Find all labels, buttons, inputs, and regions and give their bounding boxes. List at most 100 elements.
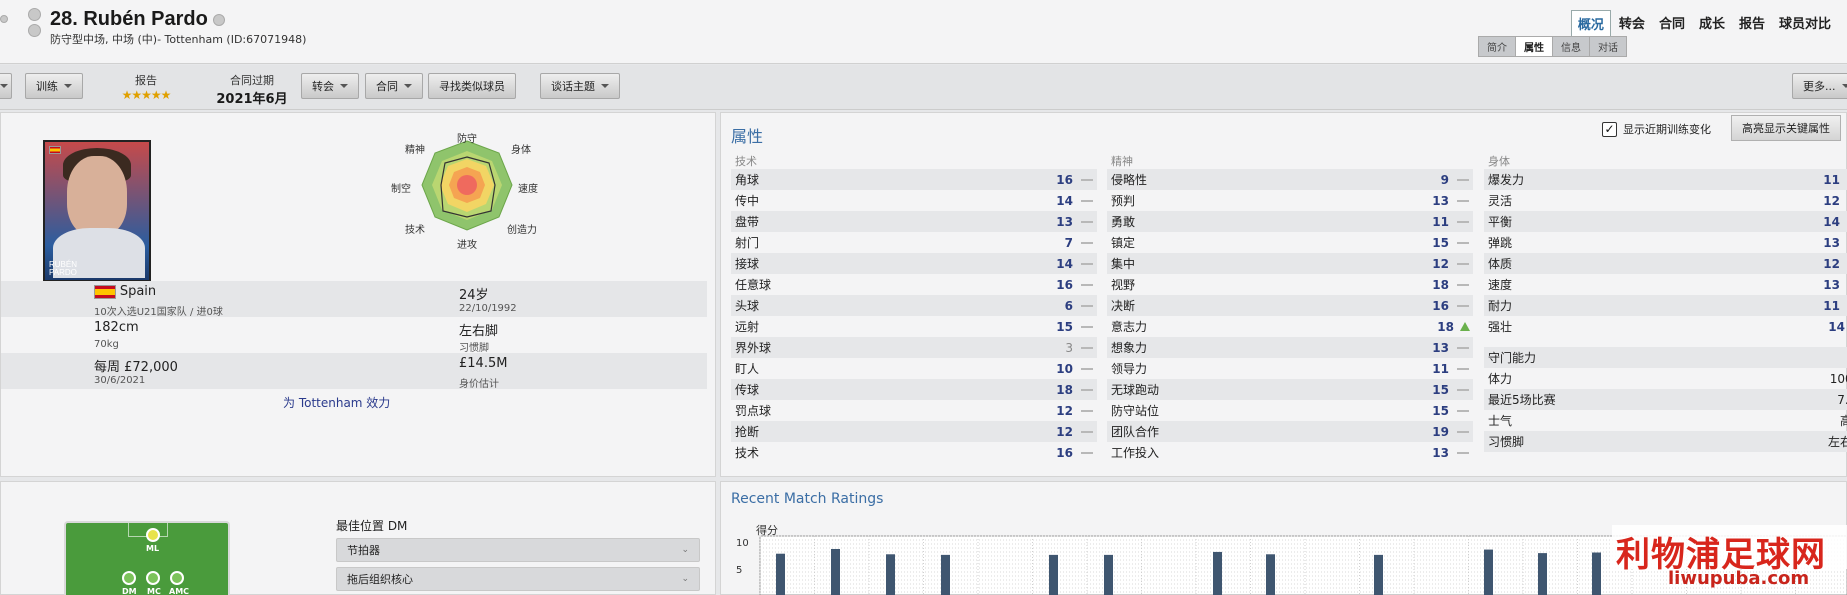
technical-attr-row[interactable]: 射门 7 — [731, 232, 1097, 253]
technical-attr-row[interactable]: 抢断 12 — [731, 421, 1097, 442]
rating-bar[interactable] — [1592, 552, 1601, 595]
technical-attr-row[interactable]: 罚点球 12 — [731, 400, 1097, 421]
discuss-button[interactable]: 谈话主题 — [540, 73, 620, 99]
physical-attr-row[interactable]: 平衡 14 — [1484, 211, 1847, 232]
physical-attr-row[interactable]: 灵活 12 — [1484, 190, 1847, 211]
plays-for-link[interactable]: 为 Tottenham 效力 — [283, 394, 390, 411]
mental-attr-row[interactable]: 勇敢 11 — [1107, 211, 1473, 232]
technical-attr-row[interactable]: 远射 15 — [731, 316, 1097, 337]
attr-value: 14 — [1828, 319, 1845, 334]
report-label: 报告 — [135, 74, 157, 87]
extra-attr-row[interactable]: 习惯脚 左右脚 — [1484, 431, 1847, 452]
rating-bar[interactable] — [1484, 549, 1493, 595]
sub-navigation: 简介 属性 信息 对话 — [1478, 36, 1627, 57]
mental-attr-row[interactable]: 镇定 15 — [1107, 232, 1473, 253]
top-navigation: 概况 转会 合同 成长 报告 球员对比 — [1570, 10, 1837, 37]
extra-attr-row[interactable]: 士气 高昂 — [1484, 410, 1847, 431]
partial-dropdown-button[interactable] — [0, 73, 12, 99]
technical-attr-row[interactable]: 盯人 10 — [731, 358, 1097, 379]
rating-bar[interactable] — [1266, 554, 1275, 595]
contract-button[interactable]: 合同 — [365, 73, 423, 99]
rating-bar[interactable] — [1049, 554, 1058, 595]
mental-attr-row[interactable]: 预判 13 — [1107, 190, 1473, 211]
show-training-toggle[interactable]: ✓ 显示近期训练变化 — [1602, 121, 1711, 137]
tab-transfer[interactable]: 转会 — [1613, 10, 1651, 37]
extra-attr-row[interactable]: 最近5场比赛 7.24 — [1484, 389, 1847, 410]
mental-attr-row[interactable]: 领导力 11 — [1107, 358, 1473, 379]
next-player-icon[interactable] — [28, 24, 41, 37]
mental-attr-row[interactable]: 无球跑动 15 — [1107, 379, 1473, 400]
rating-bar[interactable] — [886, 554, 895, 595]
technical-attr-row[interactable]: 接球 14 — [731, 253, 1097, 274]
tab-reports[interactable]: 报告 — [1733, 10, 1771, 37]
role-select-regista[interactable]: 节拍器 ⌄ — [336, 538, 700, 562]
mental-attr-row[interactable]: 集中 12 — [1107, 253, 1473, 274]
physical-attr-row[interactable]: 强壮 14 — [1484, 316, 1847, 337]
rating-bar[interactable] — [941, 554, 950, 595]
tab-comparison[interactable]: 球员对比 — [1773, 10, 1837, 37]
radar-label-aerial: 制空 — [391, 182, 411, 195]
highlight-key-attributes-button[interactable]: 高亮显示关键属性 — [1731, 115, 1841, 141]
market-value: £14.5M — [459, 356, 508, 371]
physical-attr-row[interactable]: 速度 13 — [1484, 274, 1847, 295]
attr-name: 耐力 — [1488, 299, 1513, 313]
subtab-attributes[interactable]: 属性 — [1516, 37, 1553, 56]
transfer-button[interactable]: 转会 — [301, 73, 359, 99]
extra-attr-row[interactable]: 体力 100% — [1484, 368, 1847, 389]
menu-dot-icon[interactable] — [0, 15, 8, 23]
tab-development[interactable]: 成长 — [1693, 10, 1731, 37]
trend-flat-icon — [1081, 178, 1093, 181]
prev-player-icon[interactable] — [28, 8, 41, 21]
attr-value: 18 — [1432, 277, 1449, 292]
attr-value: 12 — [1823, 193, 1840, 208]
mental-attr-row[interactable]: 想象力 13 — [1107, 337, 1473, 358]
attr-value: 100% — [1829, 371, 1847, 386]
find-similar-button[interactable]: 寻找类似球员 — [428, 73, 516, 99]
physical-attr-row[interactable]: 爆发力 11 — [1484, 169, 1847, 190]
mental-attr-row[interactable]: 防守站位 15 — [1107, 400, 1473, 421]
rating-bar[interactable] — [831, 548, 840, 595]
technical-attr-row[interactable]: 头球 6 — [731, 295, 1097, 316]
technical-attr-row[interactable]: 角球 16 — [731, 169, 1097, 190]
rating-bar[interactable] — [1374, 554, 1383, 595]
physical-attr-row[interactable]: 耐力 11 — [1484, 295, 1847, 316]
technical-attr-row[interactable]: 传球 18 — [731, 379, 1097, 400]
contract-expiry-value: 2021年6月 — [216, 92, 288, 107]
training-button[interactable]: 训练 — [25, 73, 83, 99]
mental-attr-row[interactable]: 视野 18 — [1107, 274, 1473, 295]
extra-attr-row[interactable]: 守门能力 3 — [1484, 347, 1847, 368]
technical-attr-row[interactable]: 任意球 16 — [731, 274, 1097, 295]
tab-contract[interactable]: 合同 — [1653, 10, 1691, 37]
mental-attr-row[interactable]: 团队合作 19 — [1107, 421, 1473, 442]
attr-value: 13 — [1432, 340, 1449, 355]
checkmark-icon[interactable]: ✓ — [1602, 121, 1617, 137]
technical-attr-row[interactable]: 传中 14 — [731, 190, 1097, 211]
more-button[interactable]: 更多... — [1792, 73, 1847, 99]
mental-attr-row[interactable]: 侵略性 9 — [1107, 169, 1473, 190]
attr-value: 12 — [1056, 424, 1073, 439]
role-select-deep-playmaker[interactable]: 拖后组织核心 ⌄ — [336, 567, 700, 591]
subtab-info[interactable]: 信息 — [1553, 37, 1590, 56]
mental-attr-row[interactable]: 决断 16 — [1107, 295, 1473, 316]
report-widget[interactable]: 报告 ★★★★★ — [108, 72, 184, 102]
technical-attr-row[interactable]: 盘带 13 — [731, 211, 1097, 232]
subtab-profile[interactable]: 简介 — [1479, 37, 1516, 56]
rating-bar[interactable] — [776, 553, 785, 595]
mental-attr-row[interactable]: 工作投入 13 — [1107, 442, 1473, 463]
trend-flat-icon — [1457, 283, 1469, 286]
technical-attr-row[interactable]: 界外球 3 — [731, 337, 1097, 358]
rating-bar[interactable] — [1213, 551, 1222, 595]
tab-overview[interactable]: 概况 — [1570, 10, 1611, 37]
attr-name: 技术 — [735, 446, 760, 460]
player-dropdown-icon[interactable] — [213, 13, 226, 26]
attr-name: 爆发力 — [1488, 173, 1525, 187]
attr-value: 11 — [1432, 361, 1449, 376]
rating-bar[interactable] — [1538, 553, 1547, 595]
physical-attr-row[interactable]: 体质 12 — [1484, 253, 1847, 274]
subtab-conversation[interactable]: 对话 — [1590, 37, 1626, 56]
physical-attr-row[interactable]: 弹跳 13 — [1484, 232, 1847, 253]
technical-attr-row[interactable]: 技术 16 — [731, 442, 1097, 463]
mental-attr-row[interactable]: 意志力 18 — [1107, 316, 1473, 337]
rating-bar[interactable] — [1104, 554, 1113, 595]
attr-value: 11 — [1432, 214, 1449, 229]
